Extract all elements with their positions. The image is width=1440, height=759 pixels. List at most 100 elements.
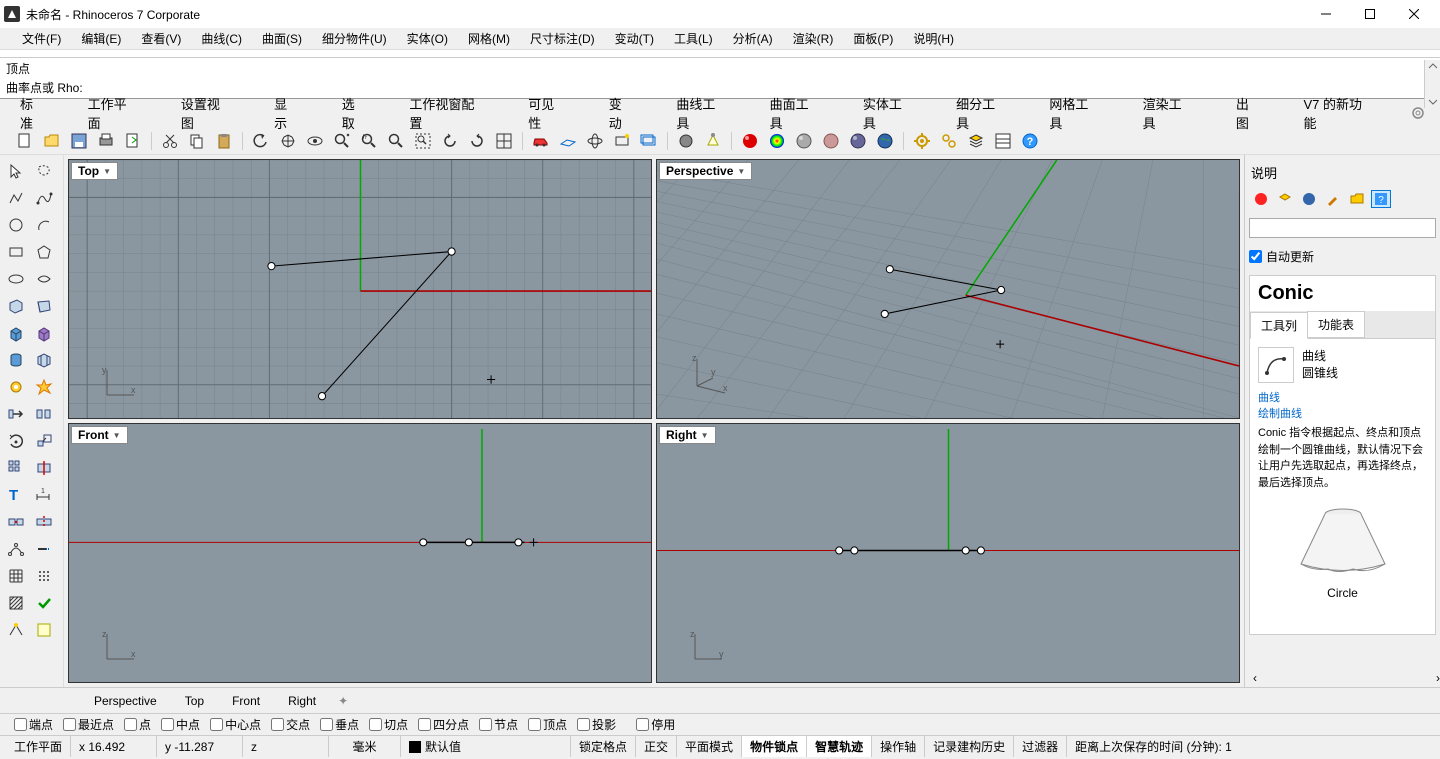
import-icon[interactable] — [122, 130, 144, 152]
cylinder-icon[interactable] — [2, 348, 30, 372]
menu-tools[interactable]: 工具(L) — [664, 28, 723, 49]
menu-transform[interactable]: 变动(T) — [605, 28, 664, 49]
undo-icon[interactable] — [250, 130, 272, 152]
status-ortho[interactable]: 正交 — [636, 736, 677, 757]
menu-file[interactable]: 文件(F) — [12, 28, 71, 49]
misc-tool1-icon[interactable] — [2, 618, 30, 642]
print-icon[interactable] — [95, 130, 117, 152]
material-icon[interactable] — [766, 130, 788, 152]
menu-edit[interactable]: 编辑(E) — [71, 28, 131, 49]
menu-solid[interactable]: 实体(O) — [397, 28, 458, 49]
paste-icon[interactable] — [213, 130, 235, 152]
lasso-icon[interactable] — [30, 159, 58, 183]
split-icon[interactable] — [30, 510, 58, 534]
help-tab-toolbar[interactable]: 工具列 — [1250, 312, 1308, 339]
menu-mesh[interactable]: 网格(M) — [458, 28, 520, 49]
status-layer[interactable]: 默认值 — [401, 736, 571, 757]
osnap-end[interactable] — [14, 718, 27, 731]
status-cplane[interactable]: 工作平面 — [6, 736, 71, 757]
menu-analyze[interactable]: 分析(A) — [723, 28, 783, 49]
sphere1-icon[interactable] — [793, 130, 815, 152]
extend-icon[interactable] — [30, 537, 58, 561]
folder-icon[interactable] — [1347, 190, 1367, 208]
properties-icon[interactable] — [938, 130, 960, 152]
osnap-vertex[interactable] — [528, 718, 541, 731]
command-scrollbar[interactable] — [1424, 60, 1440, 108]
menu-subd[interactable]: 细分物件(U) — [312, 28, 397, 49]
viewport-front[interactable]: Front▼ zx — [68, 423, 652, 683]
pointer-icon[interactable] — [2, 159, 30, 183]
render-icon[interactable] — [739, 130, 761, 152]
ellipse-icon[interactable] — [2, 267, 30, 291]
osnap-int[interactable] — [271, 718, 284, 731]
zoom-extents-icon[interactable] — [385, 130, 407, 152]
dimension-icon[interactable]: 1 — [30, 483, 58, 507]
named-view-icon[interactable] — [638, 130, 660, 152]
surface-corner-icon[interactable] — [2, 294, 30, 318]
help-link-curve[interactable]: 曲线 — [1258, 389, 1427, 405]
grid-icon[interactable] — [2, 564, 30, 588]
status-history[interactable]: 记录建构历史 — [925, 736, 1014, 757]
menu-curve[interactable]: 曲线(C) — [191, 28, 252, 49]
object-props-icon[interactable] — [992, 130, 1014, 152]
mesh-icon[interactable] — [30, 348, 58, 372]
zoom-selected-icon[interactable] — [412, 130, 434, 152]
osnap-point[interactable] — [124, 718, 137, 731]
help-tab-menu[interactable]: 功能表 — [1307, 311, 1365, 338]
car-icon[interactable] — [530, 130, 552, 152]
osnap-perp[interactable] — [320, 718, 333, 731]
polyline-icon[interactable] — [2, 186, 30, 210]
scale-icon[interactable] — [30, 429, 58, 453]
status-gridsnap[interactable]: 锁定格点 — [571, 736, 636, 757]
help-link-draw[interactable]: 绘制曲线 — [1258, 405, 1427, 421]
box-icon[interactable] — [2, 321, 30, 345]
osnap-mid[interactable] — [161, 718, 174, 731]
viewport-right-label[interactable]: Right▼ — [659, 426, 716, 444]
vtab-right[interactable]: Right — [274, 692, 330, 710]
control-curve-icon[interactable] — [30, 186, 58, 210]
viewport-perspective[interactable]: Perspective▼ zyx — [656, 159, 1240, 419]
close-button[interactable] — [1392, 0, 1436, 28]
menu-surface[interactable]: 曲面(S) — [252, 28, 312, 49]
gear-tool-icon[interactable] — [2, 375, 30, 399]
undo-view-icon[interactable] — [439, 130, 461, 152]
rotate-view-icon[interactable] — [304, 130, 326, 152]
status-gumball[interactable]: 操作轴 — [872, 736, 925, 757]
subd-box-icon[interactable] — [30, 321, 58, 345]
tab-rendertools[interactable]: 渲染工具 — [1137, 90, 1200, 136]
zoom-window-icon[interactable] — [358, 130, 380, 152]
redo-view-icon[interactable] — [466, 130, 488, 152]
zoom-dynamic-icon[interactable] — [331, 130, 353, 152]
flow-icon[interactable] — [30, 564, 58, 588]
named-cplane-icon[interactable] — [584, 130, 606, 152]
sphere2-icon[interactable] — [820, 130, 842, 152]
help-active-icon[interactable]: ? — [1371, 190, 1391, 208]
menu-view[interactable]: 查看(V) — [131, 28, 191, 49]
move-icon[interactable] — [2, 402, 30, 426]
env-icon[interactable] — [1299, 190, 1319, 208]
new-icon[interactable] — [14, 130, 36, 152]
tab-drafting[interactable]: 出图 — [1230, 90, 1268, 136]
pan-icon[interactable] — [277, 130, 299, 152]
menu-panel[interactable]: 面板(P) — [843, 28, 903, 49]
minimize-button[interactable] — [1304, 0, 1348, 28]
osnap-knot[interactable] — [479, 718, 492, 731]
viewport-top[interactable]: Top▼ yx — [68, 159, 652, 419]
check-icon[interactable] — [30, 591, 58, 615]
osnap-tan[interactable] — [369, 718, 382, 731]
osnap-center[interactable] — [210, 718, 223, 731]
environment-icon[interactable] — [874, 130, 896, 152]
layers-icon[interactable] — [965, 130, 987, 152]
tab-meshtools[interactable]: 网格工具 — [1043, 90, 1106, 136]
four-view-icon[interactable] — [493, 130, 515, 152]
viewport-right[interactable]: Right▼ zy — [656, 423, 1240, 683]
osnap-quad[interactable] — [418, 718, 431, 731]
save-icon[interactable] — [68, 130, 90, 152]
trim-icon[interactable] — [30, 456, 58, 480]
osnap-project[interactable] — [577, 718, 590, 731]
status-planar[interactable]: 平面模式 — [677, 736, 742, 757]
osnap-near[interactable] — [63, 718, 76, 731]
render-ball-icon[interactable] — [1251, 190, 1271, 208]
set-cplane-icon[interactable] — [557, 130, 579, 152]
auto-update-checkbox[interactable] — [1249, 250, 1262, 263]
